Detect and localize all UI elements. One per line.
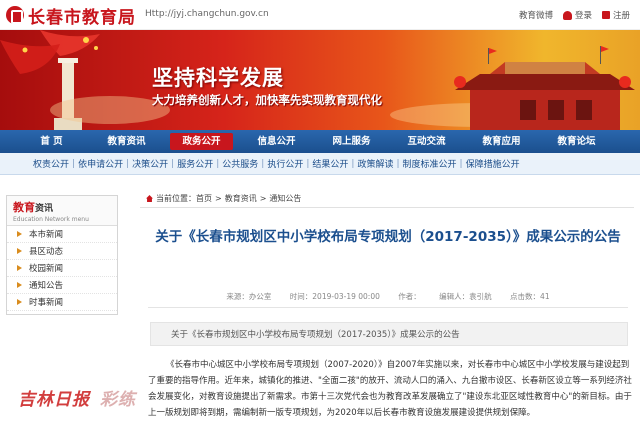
watermark: 吉林日报 彩练 <box>18 385 136 410</box>
arrow-right-icon <box>17 248 22 254</box>
watermark-right: 彩练 <box>100 390 136 410</box>
nav-online-service[interactable]: 网上服务 <box>314 133 389 150</box>
arrow-right-icon <box>17 282 22 288</box>
banner-subtitle: 大力培养创新人才，加快率先实现教育现代化 <box>152 93 382 107</box>
subnav-item[interactable]: 执行公开 <box>264 157 306 170</box>
breadcrumb-education-news[interactable]: 教育资讯 <box>225 193 257 204</box>
arrow-right-icon <box>17 231 22 237</box>
banner-title: 坚持科学发展 <box>152 66 284 90</box>
register-label: 注册 <box>612 11 630 21</box>
weibo-link[interactable]: 教育微博 <box>519 9 553 21</box>
watermark-left: 吉林日报 <box>18 390 90 410</box>
article-author: 作者： <box>398 292 421 301</box>
banner-graphic <box>0 30 635 130</box>
home-icon <box>146 195 153 202</box>
nav-info-disclosure[interactable]: 信息公开 <box>239 133 314 150</box>
register-link[interactable]: 注册 <box>601 9 630 21</box>
subnav-item[interactable]: 制度标准公开 <box>400 157 460 170</box>
user-icon <box>562 10 572 20</box>
sidebar-item-notices[interactable]: 通知公告 <box>7 277 117 294</box>
nav-government-affairs[interactable]: 政务公开 <box>170 133 233 150</box>
sidebar-title-main: 教育 <box>13 201 35 214</box>
sidebar: 教育资讯 Education Network menu 本市新闻 县区动态 校园… <box>6 195 118 315</box>
site-logo[interactable]: 长春市教育局 <box>6 4 136 28</box>
article-meta: 来源：办公室 时间：2019-03-19 00:00 作者： 编辑人：袁引航 点… <box>148 291 628 308</box>
subnav-item[interactable]: 保障措施公开 <box>463 157 523 170</box>
article-summary: 关于《长春市规划区中小学校布局专项规划（2017-2035）》成果公示的公告 <box>150 322 628 346</box>
main-nav: 首 页 教育资讯 政务公开 信息公开 网上服务 互动交流 教育应用 教育论坛 <box>0 130 640 153</box>
nav-education-apps[interactable]: 教育应用 <box>464 133 539 150</box>
sidebar-item-current-news[interactable]: 时事新闻 <box>7 294 117 311</box>
article-body: 《长春市中心城区中小学校布局专项规划（2007-2020）》自2007年实施以来… <box>148 360 632 418</box>
logo-icon <box>6 6 24 24</box>
article-source: 来源：办公室 <box>226 292 272 301</box>
breadcrumb-notices[interactable]: 通知公告 <box>269 193 301 204</box>
subnav-item[interactable]: 公共服务 <box>219 157 261 170</box>
article-title: 关于《长春市规划区中小学校布局专项规划（2017-2035）》成果公示的公告 <box>155 229 621 245</box>
top-links: 教育微博 登录 注册 <box>509 9 630 21</box>
sidebar-title-small: 资讯 <box>35 204 54 214</box>
arrow-right-icon <box>17 265 22 271</box>
top-bar: 长春市教育局 Http://jyj.changchun.gov.cn 教育微博 … <box>0 0 640 30</box>
lock-icon <box>601 11 610 19</box>
sidebar-item-city-news[interactable]: 本市新闻 <box>7 226 117 243</box>
nav-education-forum[interactable]: 教育论坛 <box>539 133 614 150</box>
sub-nav: 权责公开 | 依申请公开 | 决策公开 | 服务公开 | 公共服务 | 执行公开 | 结果公… <box>0 153 640 175</box>
sidebar-item-label: 通知公告 <box>29 281 64 291</box>
nav-home[interactable]: 首 页 <box>14 133 89 150</box>
subnav-item[interactable]: 结果公开 <box>309 157 351 170</box>
sidebar-item-county-news[interactable]: 县区动态 <box>7 243 117 260</box>
site-url: Http://jyj.changchun.gov.cn <box>145 9 269 19</box>
article-editor: 编辑人：袁引航 <box>439 292 492 301</box>
nav-interaction[interactable]: 互动交流 <box>389 133 464 150</box>
subnav-item[interactable]: 决策公开 <box>129 157 171 170</box>
login-link[interactable]: 登录 <box>562 9 592 21</box>
sidebar-header: 教育资讯 Education Network menu <box>7 196 117 226</box>
sidebar-title-en: Education Network menu <box>13 216 89 223</box>
subnav-item[interactable]: 政策解读 <box>354 157 396 170</box>
breadcrumb-home[interactable]: 首页 <box>196 193 212 204</box>
subnav-item[interactable]: 服务公开 <box>174 157 216 170</box>
sidebar-title: 教育资讯 <box>13 199 117 215</box>
subnav-item[interactable]: 权责公开 <box>30 157 72 170</box>
sidebar-item-label: 县区动态 <box>29 247 64 257</box>
arrow-right-icon <box>17 299 22 305</box>
sidebar-item-label: 本市新闻 <box>29 230 64 240</box>
login-label: 登录 <box>574 11 592 21</box>
breadcrumb-separator: > <box>259 194 267 203</box>
article-time: 时间：2019-03-19 00:00 <box>289 292 380 301</box>
subnav-item[interactable]: 依申请公开 <box>75 157 126 170</box>
article-views: 点击数：41 <box>510 292 550 301</box>
sidebar-item-label: 时事新闻 <box>29 298 64 308</box>
nav-education-news[interactable]: 教育资讯 <box>89 133 164 150</box>
banner: 坚持科学发展 大力培养创新人才，加快率先实现教育现代化 <box>0 30 640 130</box>
sidebar-item-campus-news[interactable]: 校园新闻 <box>7 260 117 277</box>
breadcrumb: 当前位置： 首页 > 教育资讯 > 通知公告 <box>140 190 634 208</box>
breadcrumb-separator: > <box>215 194 222 203</box>
site-name: 长春市教育局 <box>28 7 136 28</box>
breadcrumb-prefix: 当前位置： <box>156 194 196 203</box>
sidebar-item-label: 校园新闻 <box>29 264 64 274</box>
